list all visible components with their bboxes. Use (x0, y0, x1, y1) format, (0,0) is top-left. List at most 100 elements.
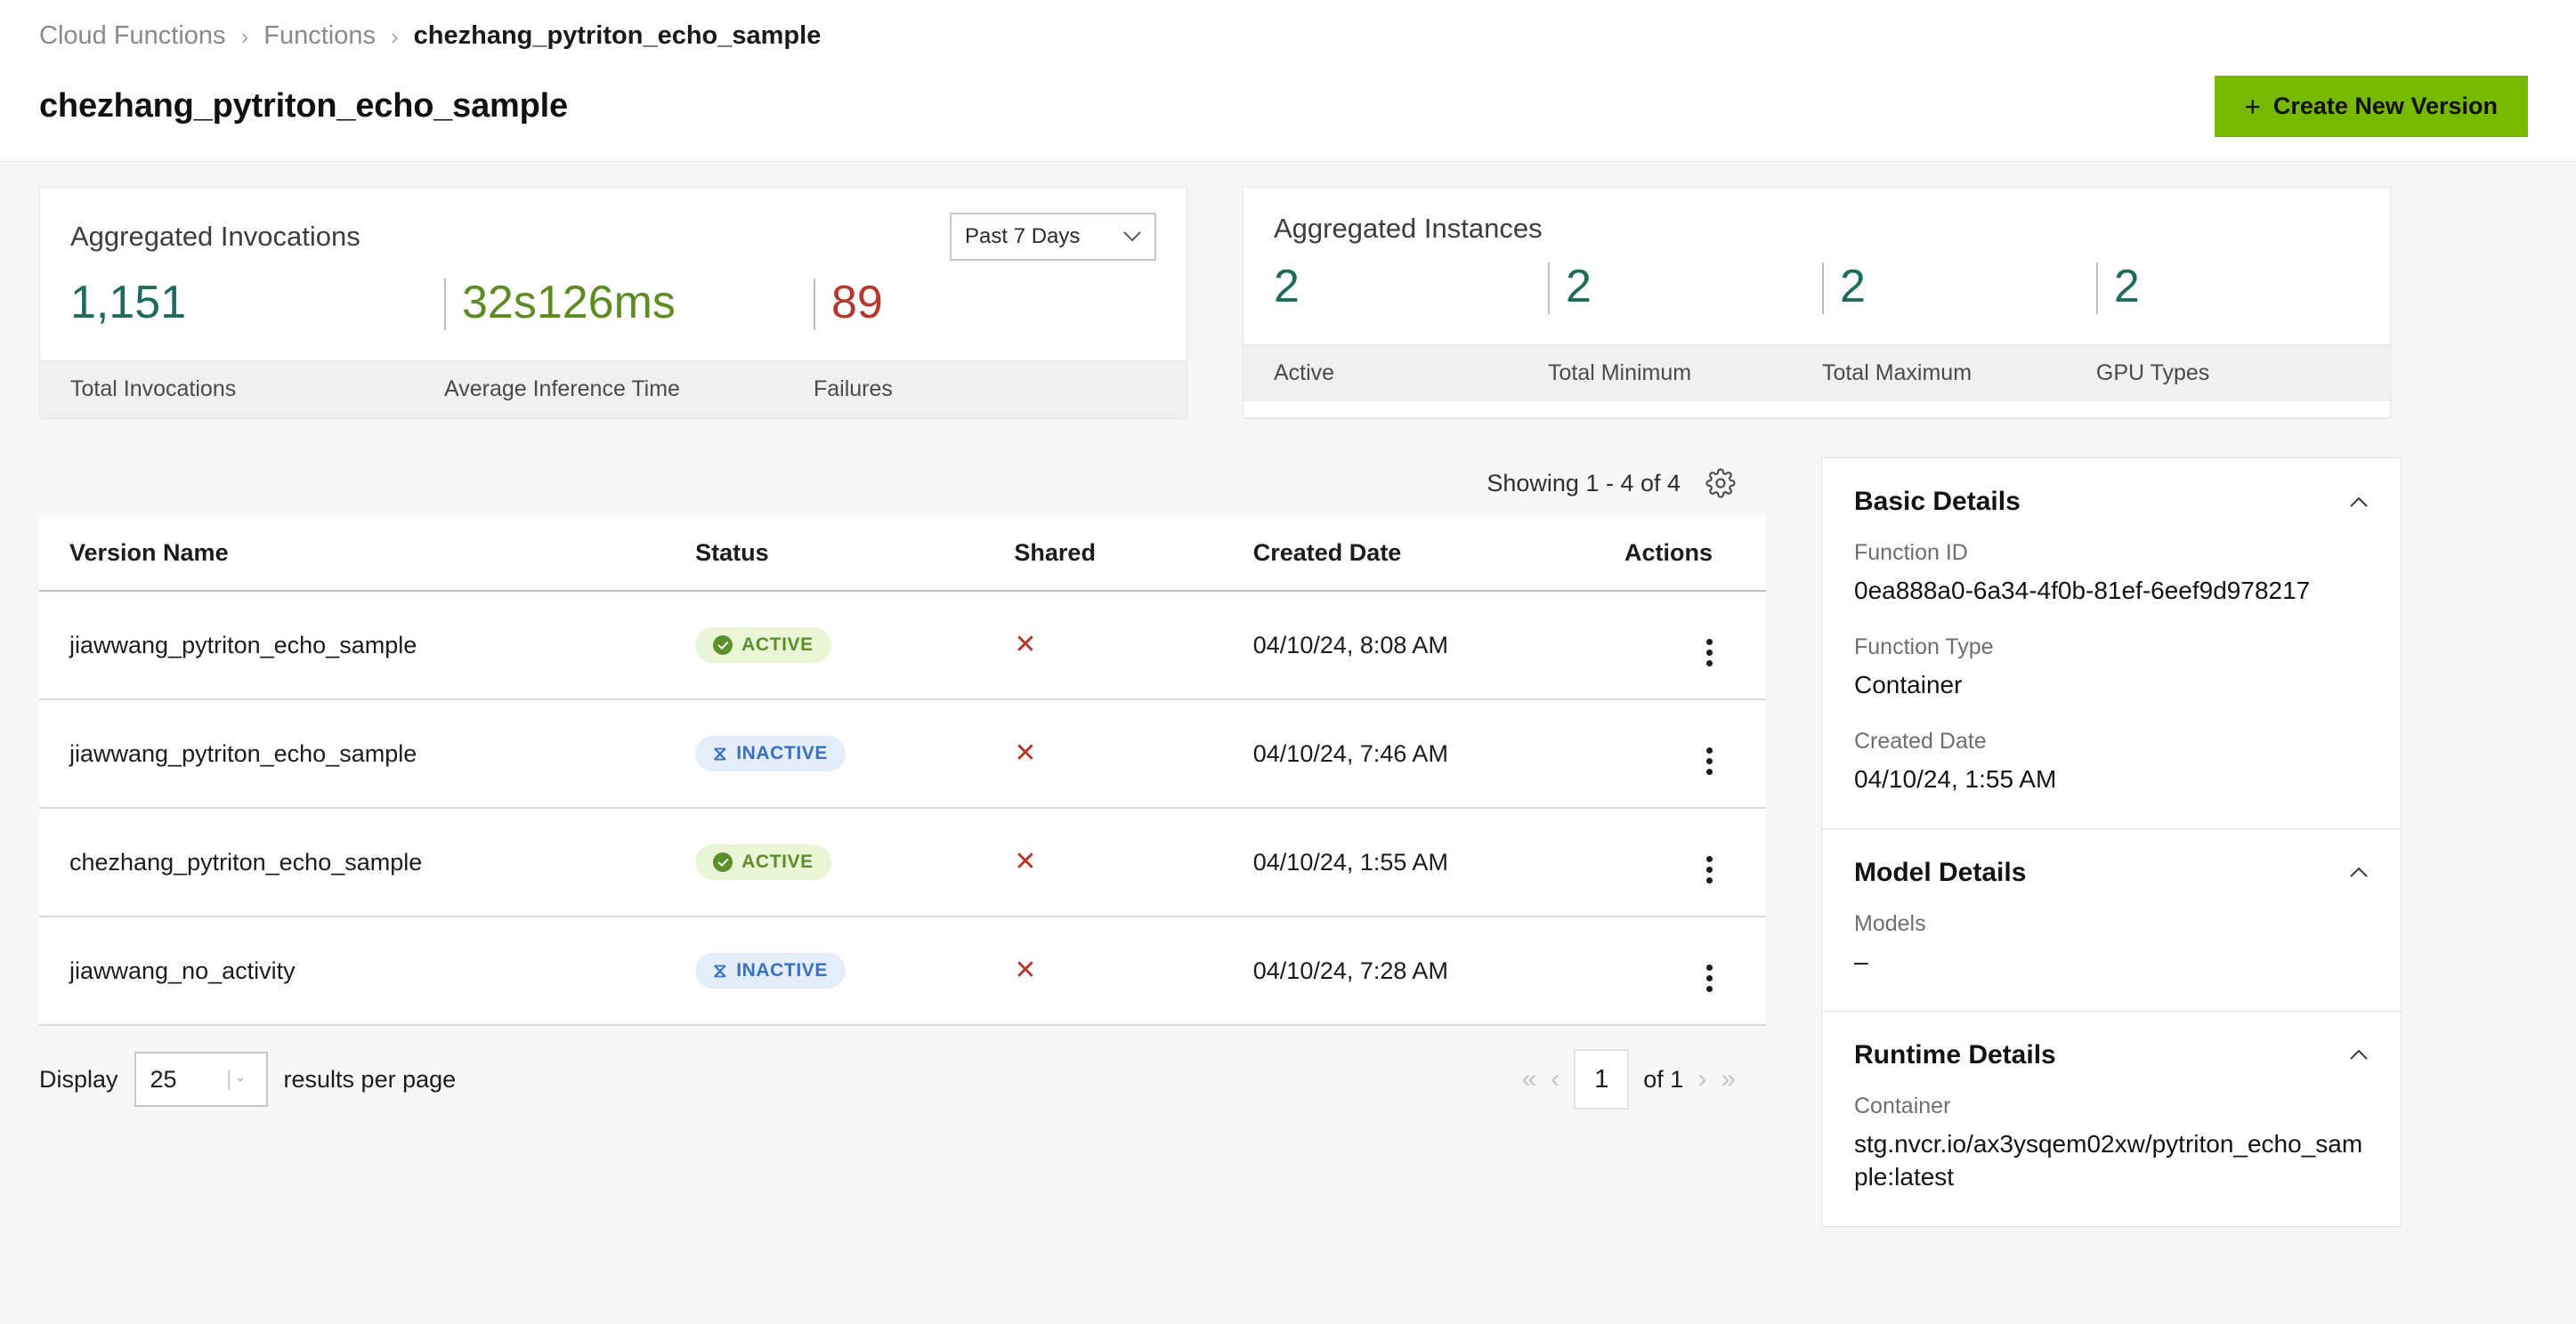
row-actions-menu-button[interactable] (1706, 639, 1713, 666)
column-header-actions: Actions (1624, 516, 1766, 592)
panel-title: Basic Details (1854, 487, 2021, 516)
status-badge-label: INACTIVE (736, 743, 829, 763)
showing-count: Showing 1 - 4 of 4 (1486, 469, 1681, 496)
cell-created-date: 04/10/24, 7:46 AM (1252, 699, 1624, 809)
metric-gpu-types: 2 (2095, 261, 2360, 314)
cell-actions (1624, 699, 1766, 809)
breadcrumb: Cloud Functions › Functions › chezhang_p… (39, 23, 2537, 49)
cell-shared: ✕ (1014, 916, 1253, 1026)
row-actions-menu-button[interactable] (1706, 856, 1713, 884)
status-badge: ⧖ INACTIVE (695, 736, 847, 771)
display-per-page-group: Display 25 | results per page (39, 1052, 456, 1107)
metric-label-total-maximum: Total Maximum (1821, 360, 1973, 385)
panel-header-runtime-details[interactable]: Runtime Details (1854, 1012, 2369, 1094)
metric-divider (814, 279, 815, 330)
field-created-date: Created Date 04/10/24, 1:55 AM (1854, 729, 2369, 796)
metric-divider (1547, 262, 1550, 314)
panel-model-details: Model Details Models – (1822, 829, 2401, 1012)
table-row[interactable]: jiawwang_no_activity ⧖ INACTIVE ✕ 04/10/24, … (39, 916, 1766, 1026)
cell-status: ⧖ INACTIVE (695, 916, 1015, 1026)
instances-card-title: Aggregated Instances (1274, 213, 1543, 244)
metric-label-active: Active (1274, 360, 1335, 385)
field-value: Container (1854, 670, 1963, 698)
column-header-created-date[interactable]: Created Date (1252, 516, 1624, 592)
metric-value: 32s126ms (462, 277, 676, 328)
invocations-card-header: Aggregated Invocations Past 7 Days (40, 188, 1187, 266)
instances-values: 2 2 2 2 (1243, 250, 2390, 344)
field-label: Function ID (1854, 540, 1968, 565)
field-models: Models – (1854, 911, 2369, 979)
lower-section: Showing 1 - 4 of 4 Version Name Status S… (39, 457, 2537, 1227)
not-shared-icon: ✕ (1014, 738, 1037, 768)
instances-card-header: Aggregated Instances (1243, 188, 2390, 250)
metric-label-gpu-types: GPU Types (2095, 360, 2210, 385)
metric-active: 2 (1274, 262, 1548, 314)
cell-version-name: jiawwang_pytriton_echo_sample (39, 591, 696, 700)
table-row[interactable]: jiawwang_pytriton_echo_sample ACTIVE ✕ 04/1… (39, 591, 1766, 700)
status-badge-label: ACTIVE (741, 634, 814, 655)
breadcrumb-root[interactable]: Cloud Functions (39, 23, 226, 49)
row-actions-menu-button[interactable] (1706, 965, 1713, 992)
last-page-button[interactable]: » (1721, 1064, 1736, 1094)
cell-shared: ✕ (1014, 591, 1253, 700)
table-body: jiawwang_pytriton_echo_sample ACTIVE ✕ 04/1… (39, 591, 1766, 1026)
field-function-id: Function ID 0ea888a0-6a34-4f0b-81ef-6eef9… (1854, 540, 2369, 608)
next-page-button[interactable]: › (1697, 1064, 1706, 1094)
create-new-version-button[interactable]: + Create New Version (2214, 76, 2528, 137)
panel-runtime-details: Runtime Details Container stg.nvcr.io/ax3y… (1822, 1012, 2401, 1226)
table-row[interactable]: jiawwang_pytriton_echo_sample ⧖ INACTIVE ✕ 0… (39, 699, 1766, 809)
column-header-shared[interactable]: Shared (1014, 516, 1253, 592)
check-circle-icon (713, 852, 733, 872)
chevron-down-icon (237, 1078, 243, 1081)
cell-version-name: jiawwang_no_activity (39, 916, 696, 1026)
table-row[interactable]: chezhang_pytriton_echo_sample ACTIVE ✕ 04/1… (39, 808, 1766, 917)
title-row: chezhang_pytriton_echo_sample + Create N… (39, 76, 2537, 137)
previous-page-button[interactable]: ‹ (1551, 1064, 1559, 1094)
cell-created-date: 04/10/24, 1:55 AM (1252, 808, 1624, 917)
cell-actions (1624, 916, 1766, 1026)
status-badge: ⧖ INACTIVE (695, 953, 847, 989)
versions-table-section: Showing 1 - 4 of 4 Version Name Status S… (39, 457, 1766, 1133)
field-value: stg.nvcr.io/ax3ysqem02xw/pytriton_echo_s… (1854, 1129, 2363, 1191)
time-range-select[interactable]: Past 7 Days (950, 213, 1156, 261)
column-header-status[interactable]: Status (695, 516, 1015, 592)
panel-header-basic-details[interactable]: Basic Details (1854, 458, 2369, 540)
display-label: Display (39, 1065, 118, 1093)
hourglass-icon: ⧖ (713, 959, 728, 981)
results-per-page-select[interactable]: 25 | (134, 1052, 268, 1107)
field-value: 0ea888a0-6a34-4f0b-81ef-6eef9d978217 (1854, 577, 2311, 604)
breadcrumb-separator-icon: › (240, 22, 249, 50)
chevron-up-icon (2350, 867, 2368, 878)
metric-label-total-minimum: Total Minimum (1547, 360, 1692, 385)
panel-header-model-details[interactable]: Model Details (1854, 829, 2369, 911)
gear-icon[interactable] (1705, 468, 1736, 498)
cell-status: ACTIVE (695, 591, 1015, 700)
chevron-down-icon (1123, 230, 1141, 241)
row-actions-menu-button[interactable] (1706, 747, 1713, 775)
cell-shared: ✕ (1014, 808, 1253, 917)
versions-table: Version Name Status Shared Created Date … (39, 516, 1766, 1026)
field-container: Container stg.nvcr.io/ax3ysqem02xw/pytrit… (1854, 1094, 2369, 1194)
page-header: Cloud Functions › Functions › chezhang_p… (0, 0, 2576, 162)
breadcrumb-functions[interactable]: Functions (263, 23, 376, 49)
hourglass-icon: ⧖ (713, 742, 728, 764)
pagination: « ‹ 1 of 1 › » (1522, 1049, 1736, 1110)
metric-total-minimum: 2 (1547, 262, 1822, 314)
column-header-version-name[interactable]: Version Name (39, 516, 696, 592)
current-page-input[interactable]: 1 (1574, 1049, 1630, 1110)
stats-row: Aggregated Invocations Past 7 Days 1,151… (39, 187, 2537, 418)
metric-value: 2 (2113, 261, 2140, 312)
first-page-button[interactable]: « (1522, 1064, 1537, 1094)
create-new-version-label: Create New Version (2272, 93, 2498, 119)
metric-value: 1,151 (70, 277, 187, 328)
status-badge: ACTIVE (695, 844, 831, 880)
metric-label-average-inference-time: Average Inference Time (444, 376, 680, 401)
cell-actions (1624, 808, 1766, 917)
field-value: – (1854, 947, 1868, 975)
page-title: chezhang_pytriton_echo_sample (39, 87, 568, 125)
total-pages-label: of 1 (1643, 1065, 1684, 1093)
details-sidebar: Basic Details Function ID 0ea888a0-6a34-4f… (1821, 457, 2402, 1227)
panel-basic-details: Basic Details Function ID 0ea888a0-6a34-4f… (1822, 458, 2401, 829)
invocations-labels: Total Invocations Average Inference Time… (40, 360, 1187, 417)
not-shared-icon: ✕ (1014, 629, 1037, 659)
